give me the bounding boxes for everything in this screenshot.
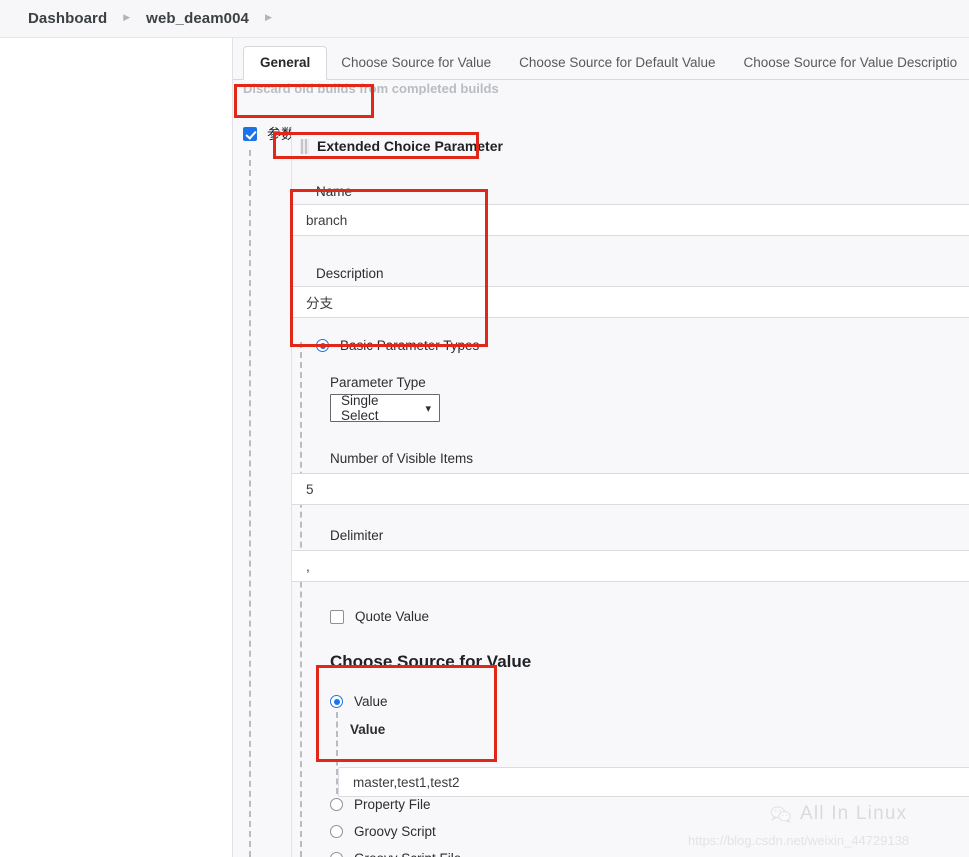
extended-choice-parameter-header: Extended Choice Parameter bbox=[300, 138, 503, 154]
parameter-type-select[interactable]: Single Select ▾ bbox=[330, 393, 440, 423]
number-of-visible-items-field[interactable]: 5 bbox=[292, 473, 969, 505]
config-content-column: General Choose Source for Value Choose S… bbox=[232, 38, 969, 857]
basic-parameter-types-radio[interactable] bbox=[316, 339, 329, 352]
number-of-visible-items-value: 5 bbox=[306, 481, 314, 497]
name-field-value: branch bbox=[306, 212, 348, 228]
source-option-groovy-script-file-row[interactable]: Groovy Script File bbox=[330, 851, 461, 857]
obscured-discard-builds-label: Discard old builds from completed builds bbox=[243, 81, 499, 95]
nesting-guide-level-1 bbox=[249, 150, 251, 857]
source-option-groovy-script-file-radio[interactable] bbox=[330, 852, 343, 857]
parameter-type-label: Parameter Type bbox=[330, 375, 426, 390]
parameter-type-select-value: Single Select bbox=[341, 393, 379, 423]
extended-choice-parameter-panel: Extended Choice Parameter Name branch De… bbox=[291, 126, 969, 857]
source-option-property-file-radio[interactable] bbox=[330, 798, 343, 811]
nesting-guide-level-2 bbox=[300, 342, 302, 857]
source-option-groovy-script-label: Groovy Script bbox=[354, 824, 436, 839]
source-option-property-file-row[interactable]: Property File bbox=[330, 797, 431, 812]
value-subfield-label: Value bbox=[350, 722, 386, 737]
description-field-value: 分支 bbox=[306, 296, 333, 311]
quote-value-checkbox[interactable] bbox=[330, 609, 344, 624]
delimiter-field[interactable]: , bbox=[292, 550, 969, 582]
source-option-value-radio[interactable] bbox=[330, 695, 343, 708]
name-label: Name bbox=[316, 184, 353, 199]
quote-value-label: Quote Value bbox=[355, 609, 430, 624]
value-subfield-input[interactable]: master,test1,test2 bbox=[338, 767, 969, 797]
tab-choose-source-for-value[interactable]: Choose Source for Value bbox=[327, 47, 505, 80]
chevron-right-icon: ▶ bbox=[123, 12, 131, 22]
name-field[interactable]: branch bbox=[292, 204, 969, 236]
source-option-value-row[interactable]: Value bbox=[330, 694, 388, 709]
number-of-visible-items-label: Number of Visible Items bbox=[330, 451, 474, 466]
source-option-groovy-script-radio[interactable] bbox=[330, 825, 343, 838]
chevron-down-icon: ▾ bbox=[425, 402, 431, 415]
source-option-value-label: Value bbox=[354, 694, 388, 709]
jenkins-job-config-page: Dashboard ▶ web_deam004 ▶ General Choose… bbox=[0, 0, 969, 857]
quote-value-checkbox-row[interactable]: Quote Value bbox=[330, 609, 429, 624]
basic-parameter-types-radio-row[interactable]: Basic Parameter Types bbox=[316, 338, 479, 353]
description-field[interactable]: 分支 bbox=[292, 286, 969, 318]
chevron-right-icon: ▶ bbox=[265, 12, 272, 22]
description-label: Description bbox=[316, 266, 384, 281]
breadcrumb-item-job[interactable]: web_deam004 bbox=[146, 10, 249, 27]
config-tab-strip: General Choose Source for Value Choose S… bbox=[233, 38, 969, 80]
delimiter-label: Delimiter bbox=[330, 528, 384, 543]
breadcrumb-item-dashboard[interactable]: Dashboard bbox=[28, 10, 107, 27]
breadcrumb: Dashboard ▶ web_deam004 ▶ bbox=[0, 0, 969, 38]
parameterize-build-checkbox[interactable] bbox=[243, 127, 257, 141]
tab-general[interactable]: General bbox=[243, 45, 328, 80]
tab-choose-source-for-value-description[interactable]: Choose Source for Value Descriptio bbox=[730, 47, 969, 80]
tab-choose-source-for-default-value[interactable]: Choose Source for Default Value bbox=[505, 47, 729, 80]
basic-parameter-types-label: Basic Parameter Types bbox=[340, 338, 480, 353]
delimiter-field-value: , bbox=[306, 558, 310, 574]
drag-dots-icon[interactable] bbox=[300, 138, 309, 154]
source-option-groovy-script-file-label: Groovy Script File bbox=[354, 851, 461, 857]
source-option-groovy-script-row[interactable]: Groovy Script bbox=[330, 824, 436, 839]
choose-source-for-value-heading: Choose Source for Value bbox=[330, 652, 532, 671]
value-subfield-value: master,test1,test2 bbox=[353, 774, 460, 790]
source-option-property-file-label: Property File bbox=[354, 797, 431, 812]
section-title: Extended Choice Parameter bbox=[317, 138, 503, 154]
